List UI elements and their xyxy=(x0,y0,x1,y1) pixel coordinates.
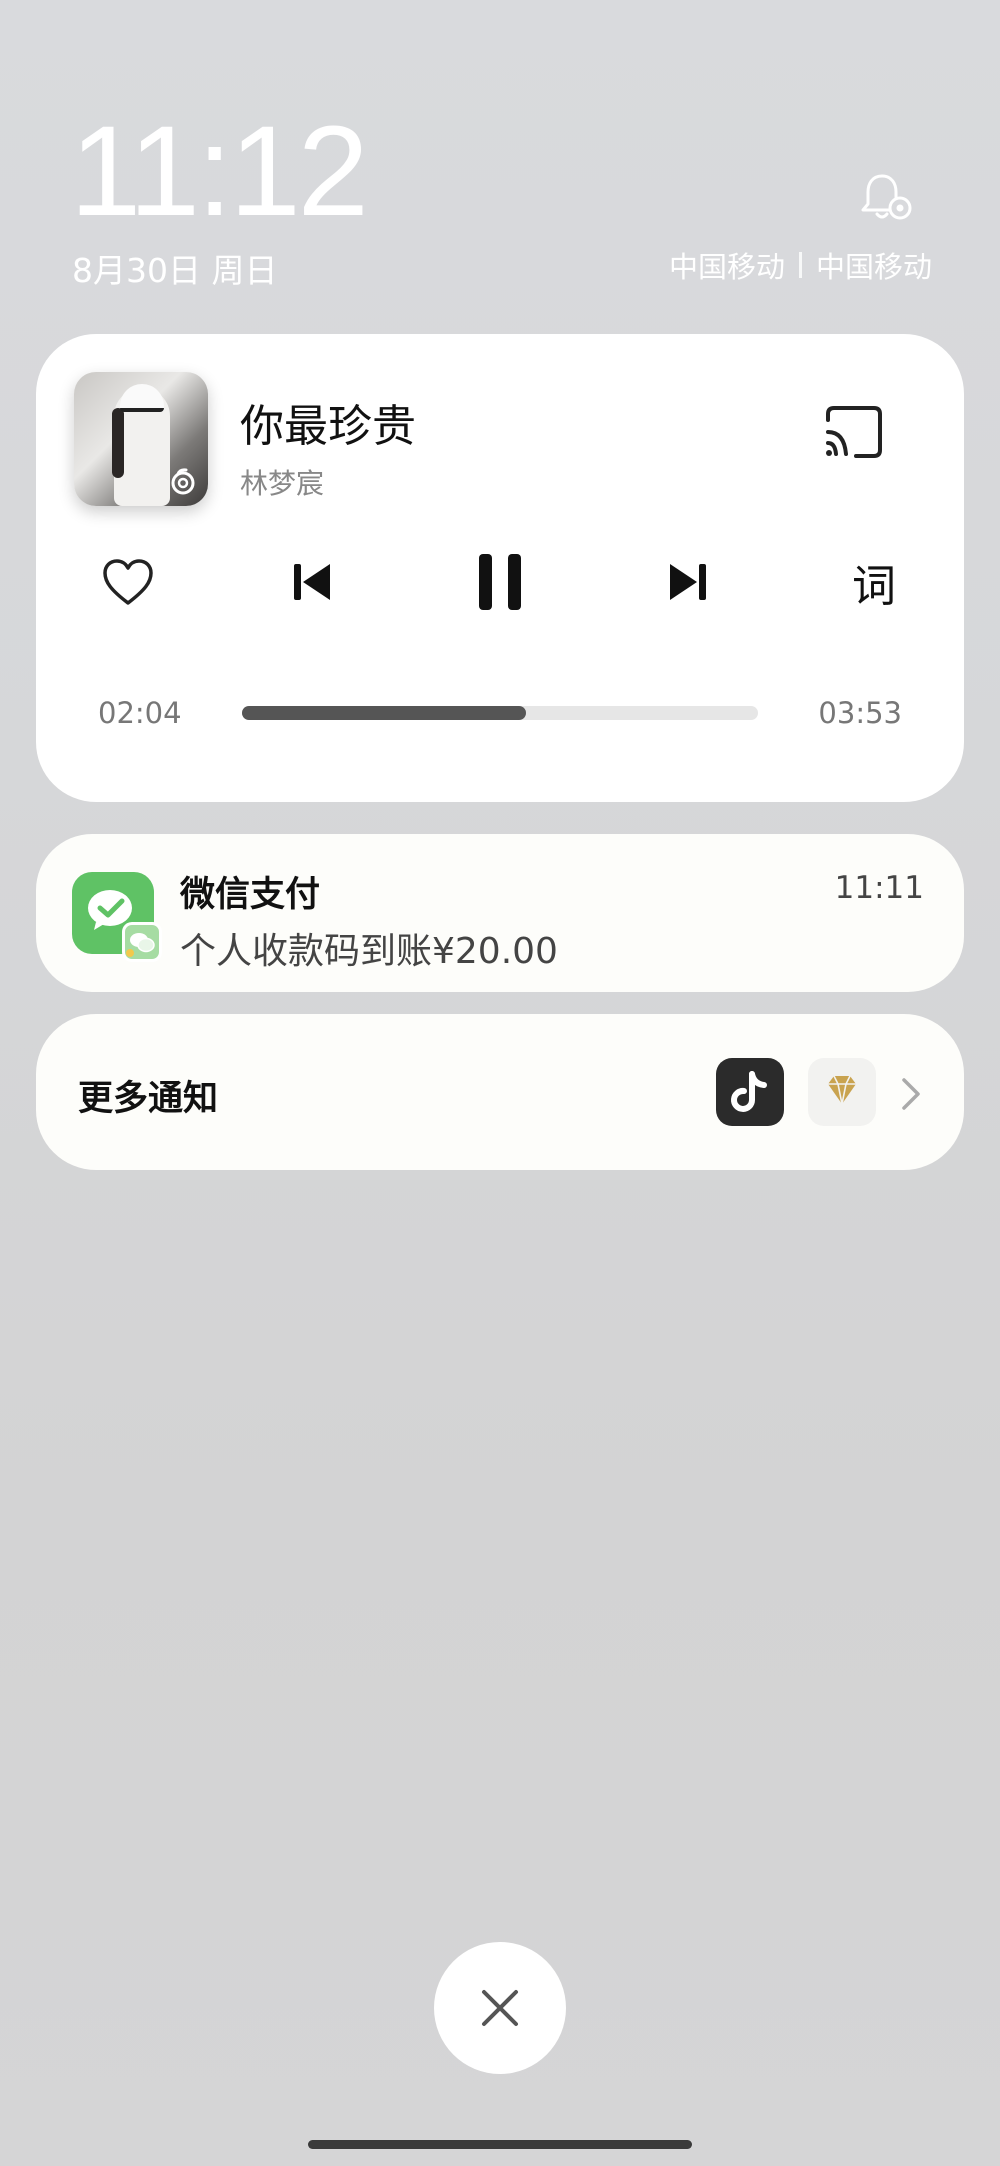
progress-fill xyxy=(242,706,526,720)
carrier-2-label: 中国移动 xyxy=(815,250,932,284)
next-button[interactable] xyxy=(658,552,718,612)
cast-icon[interactable] xyxy=(822,404,886,460)
clock-time: 11:12 xyxy=(70,100,369,243)
album-art[interactable] xyxy=(74,372,208,506)
pause-icon xyxy=(479,554,521,610)
next-track-icon xyxy=(670,564,706,600)
pause-button[interactable] xyxy=(470,552,530,612)
close-icon xyxy=(482,1990,518,2026)
wechat-badge-icon xyxy=(122,922,162,962)
music-player-card[interactable]: 你最珍贵 林梦宸 词 02:04 03:53 xyxy=(36,334,964,802)
album-art-hair xyxy=(112,408,124,478)
carrier-separator xyxy=(798,252,802,278)
elapsed-time: 02:04 xyxy=(98,696,182,730)
close-button[interactable] xyxy=(434,1942,566,2074)
home-indicator[interactable] xyxy=(308,2140,692,2149)
notification-body: 个人收款码到账¥20.00 xyxy=(180,931,558,972)
heart-icon xyxy=(103,559,153,605)
previous-track-icon xyxy=(294,564,330,600)
previous-button[interactable] xyxy=(282,552,342,612)
lyrics-button[interactable]: 词 xyxy=(844,552,904,612)
like-button[interactable] xyxy=(98,552,158,612)
total-duration: 03:53 xyxy=(818,696,902,730)
more-notifications-label: 更多通知 xyxy=(78,1079,219,1119)
carrier-info: 中国移动 中国移动 xyxy=(669,244,932,286)
notification-app-name: 微信支付 xyxy=(180,875,321,915)
netease-music-icon xyxy=(171,468,195,495)
progress-track[interactable] xyxy=(242,706,758,720)
song-artist: 林梦宸 xyxy=(240,467,325,500)
song-title: 你最珍贵 xyxy=(240,401,416,452)
carrier-1-label: 中国移动 xyxy=(668,250,785,284)
wechat-pay-notification[interactable]: 微信支付 个人收款码到账¥20.00 11:11 xyxy=(36,834,964,992)
tiktok-icon xyxy=(716,1058,784,1126)
more-notifications-row[interactable]: 更多通知 xyxy=(36,1014,964,1170)
album-art-cap xyxy=(120,384,164,412)
bell-settings-icon[interactable] xyxy=(858,170,914,226)
date-label: 8月30日 周日 xyxy=(72,251,278,290)
chevron-right-icon[interactable] xyxy=(898,1074,926,1114)
diamond-icon xyxy=(808,1058,876,1126)
notification-time: 11:11 xyxy=(834,870,924,906)
